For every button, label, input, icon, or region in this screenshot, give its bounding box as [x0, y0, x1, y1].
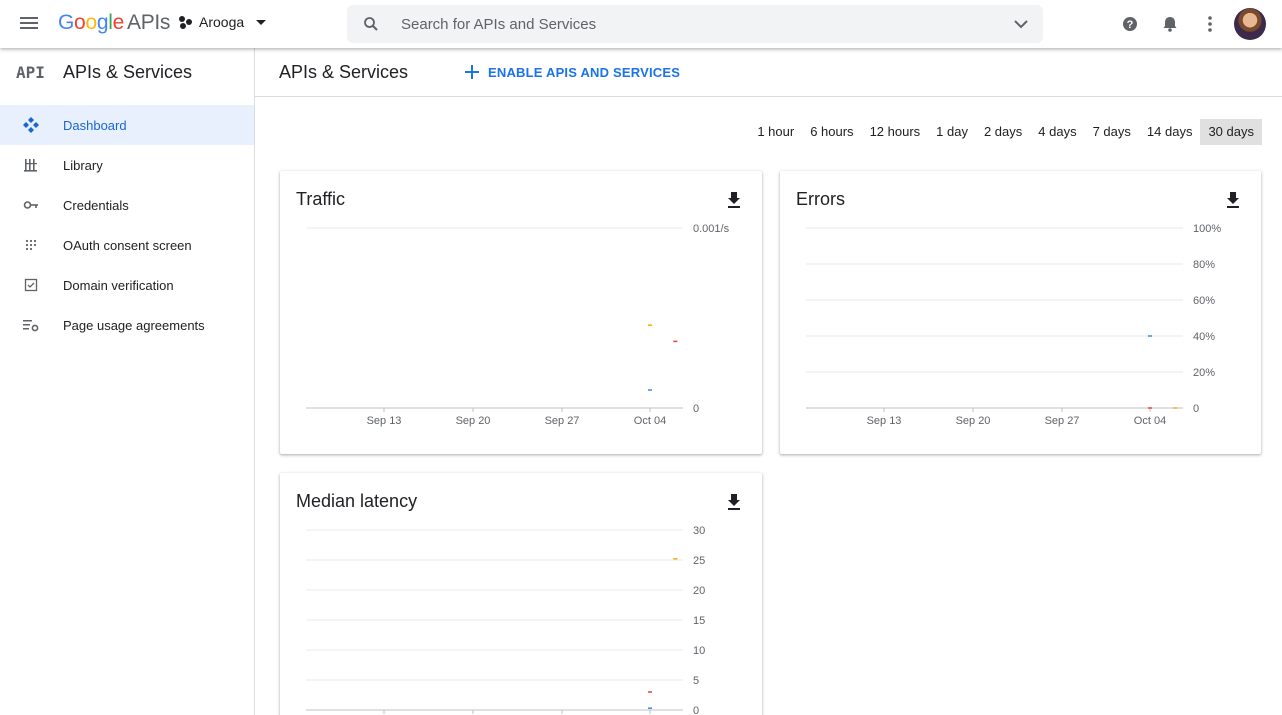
x-tick-label: Oct 04 [634, 415, 666, 427]
y-tick-label: 20% [1193, 367, 1215, 379]
project-selector[interactable]: Arooga [178, 14, 267, 30]
y-tick-label: 0 [1193, 403, 1199, 415]
traffic-chart: 0 0.001/s Sep 13 Sep 20 Sep 27 Oct 04 [306, 223, 730, 427]
y-tick-label: 30 [693, 525, 705, 537]
project-icon [178, 14, 194, 30]
y-tick-label: 0 [693, 403, 699, 415]
main-menu-icon[interactable] [19, 14, 43, 34]
range-1-day[interactable]: 1 day [928, 119, 976, 145]
sidebar-item-label: Library [63, 157, 103, 173]
enable-apis-label: ENABLE APIS AND SERVICES [488, 64, 681, 80]
x-tick-label: Sep 27 [1045, 415, 1080, 427]
x-tick-label: Sep 13 [367, 415, 402, 427]
search-bar[interactable] [347, 5, 1043, 43]
sidebar-item-label: Domain verification [63, 277, 174, 293]
sidebar-item-credentials[interactable]: Credentials [0, 185, 254, 225]
sidebar-nav: Dashboard Library Credentials OAuth cons… [0, 105, 254, 345]
y-tick-label: 20 [693, 585, 705, 597]
range-7-days[interactable]: 7 days [1085, 119, 1139, 145]
project-name: Arooga [199, 14, 245, 30]
sidebar-item-oauth-consent[interactable]: OAuth consent screen [0, 225, 254, 265]
main-header: APIs & Services ENABLE APIS AND SERVICES [255, 48, 1282, 97]
errors-chart: 0 20% 40% 60% 80% 100% Sep 13 Sep 20 Sep 27 Oct 0… [806, 223, 1221, 427]
chart-title: Traffic [296, 189, 346, 209]
main-content: APIs & Services ENABLE APIS AND SERVICES… [255, 48, 1282, 715]
sidebar-item-label: Page usage agreements [63, 317, 205, 333]
y-tick-label: 0.001/s [693, 223, 730, 235]
y-tick-label: 100% [1193, 223, 1221, 235]
errors-card: 0 20% 40% 60% 80% 100% Sep 13 Sep 20 Sep 27 Oct 0… [780, 171, 1261, 454]
time-range-selector: 1 hour 6 hours 12 hours 1 day 2 days 4 d… [749, 119, 1262, 145]
range-6-hours[interactable]: 6 hours [802, 119, 861, 145]
x-tick-label: Oct 04 [1134, 415, 1166, 427]
range-2-days[interactable]: 2 days [976, 119, 1030, 145]
settings-list-icon [23, 320, 39, 332]
sidebar-item-dashboard[interactable]: Dashboard [0, 105, 254, 145]
chevron-down-icon[interactable] [1013, 17, 1029, 31]
sidebar-item-library[interactable]: Library [0, 145, 254, 185]
x-tick-label: Sep 20 [456, 415, 491, 427]
y-tick-label: 60% [1193, 295, 1215, 307]
dashboard-icon [23, 117, 39, 133]
consent-icon [25, 239, 37, 251]
sidebar-item-page-usage-agreements[interactable]: Page usage agreements [0, 305, 254, 345]
svg-text:?: ? [1127, 19, 1134, 31]
x-tick-label: Sep 27 [545, 415, 580, 427]
sidebar-item-label: Credentials [63, 197, 129, 213]
y-tick-label: 10 [693, 645, 705, 657]
traffic-card: 0 0.001/s Sep 13 Sep 20 Sep 27 Oct 04 Traffic [280, 171, 762, 454]
help-icon[interactable]: ? [1120, 14, 1140, 34]
plus-icon [465, 65, 479, 79]
checkbox-icon [24, 278, 38, 292]
google-apis-logo[interactable]: Google APIs [58, 11, 170, 35]
chart-title: Errors [796, 189, 845, 209]
key-icon [23, 201, 38, 209]
y-tick-label: 40% [1193, 331, 1215, 343]
api-logo-icon: API [16, 63, 45, 82]
caret-down-icon [256, 19, 267, 25]
library-icon [24, 159, 37, 172]
user-avatar[interactable] [1234, 8, 1266, 40]
y-tick-label: 0 [693, 705, 699, 715]
range-14-days[interactable]: 14 days [1139, 119, 1201, 145]
y-tick-label: 80% [1193, 259, 1215, 271]
enable-apis-button[interactable]: ENABLE APIS AND SERVICES [465, 61, 680, 83]
sidebar-header: API APIs & Services [0, 48, 254, 96]
more-options-icon[interactable] [1200, 14, 1220, 34]
x-tick-label: Sep 13 [867, 415, 902, 427]
range-30-days[interactable]: 30 days [1200, 119, 1262, 145]
notifications-icon[interactable] [1160, 14, 1180, 34]
sidebar-title: APIs & Services [63, 62, 193, 82]
search-icon [364, 17, 378, 31]
download-icon[interactable] [726, 493, 742, 511]
sidebar: API APIs & Services Dashboard Library Cr… [0, 48, 255, 715]
sidebar-item-domain-verification[interactable]: Domain verification [0, 265, 254, 305]
range-1-hour[interactable]: 1 hour [749, 119, 802, 145]
chart-title: Median latency [296, 491, 418, 511]
y-tick-label: 25 [693, 555, 705, 567]
download-icon[interactable] [1225, 191, 1241, 209]
range-12-hours[interactable]: 12 hours [862, 119, 929, 145]
search-input[interactable] [401, 5, 1001, 43]
top-bar: GoogleAPIs Arooga ? [0, 0, 1282, 48]
download-icon[interactable] [726, 191, 742, 209]
page-title: APIs & Services [279, 62, 409, 82]
x-tick-label: Sep 20 [956, 415, 991, 427]
y-tick-label: 15 [693, 615, 705, 627]
y-tick-label: 5 [693, 675, 699, 687]
range-4-days[interactable]: 4 days [1030, 119, 1084, 145]
sidebar-item-label: Dashboard [63, 117, 127, 133]
median-latency-card: 051015202530Sep 13Sep 20Sep 27Oct 04 Med… [280, 473, 762, 715]
sidebar-item-label: OAuth consent screen [63, 237, 192, 253]
